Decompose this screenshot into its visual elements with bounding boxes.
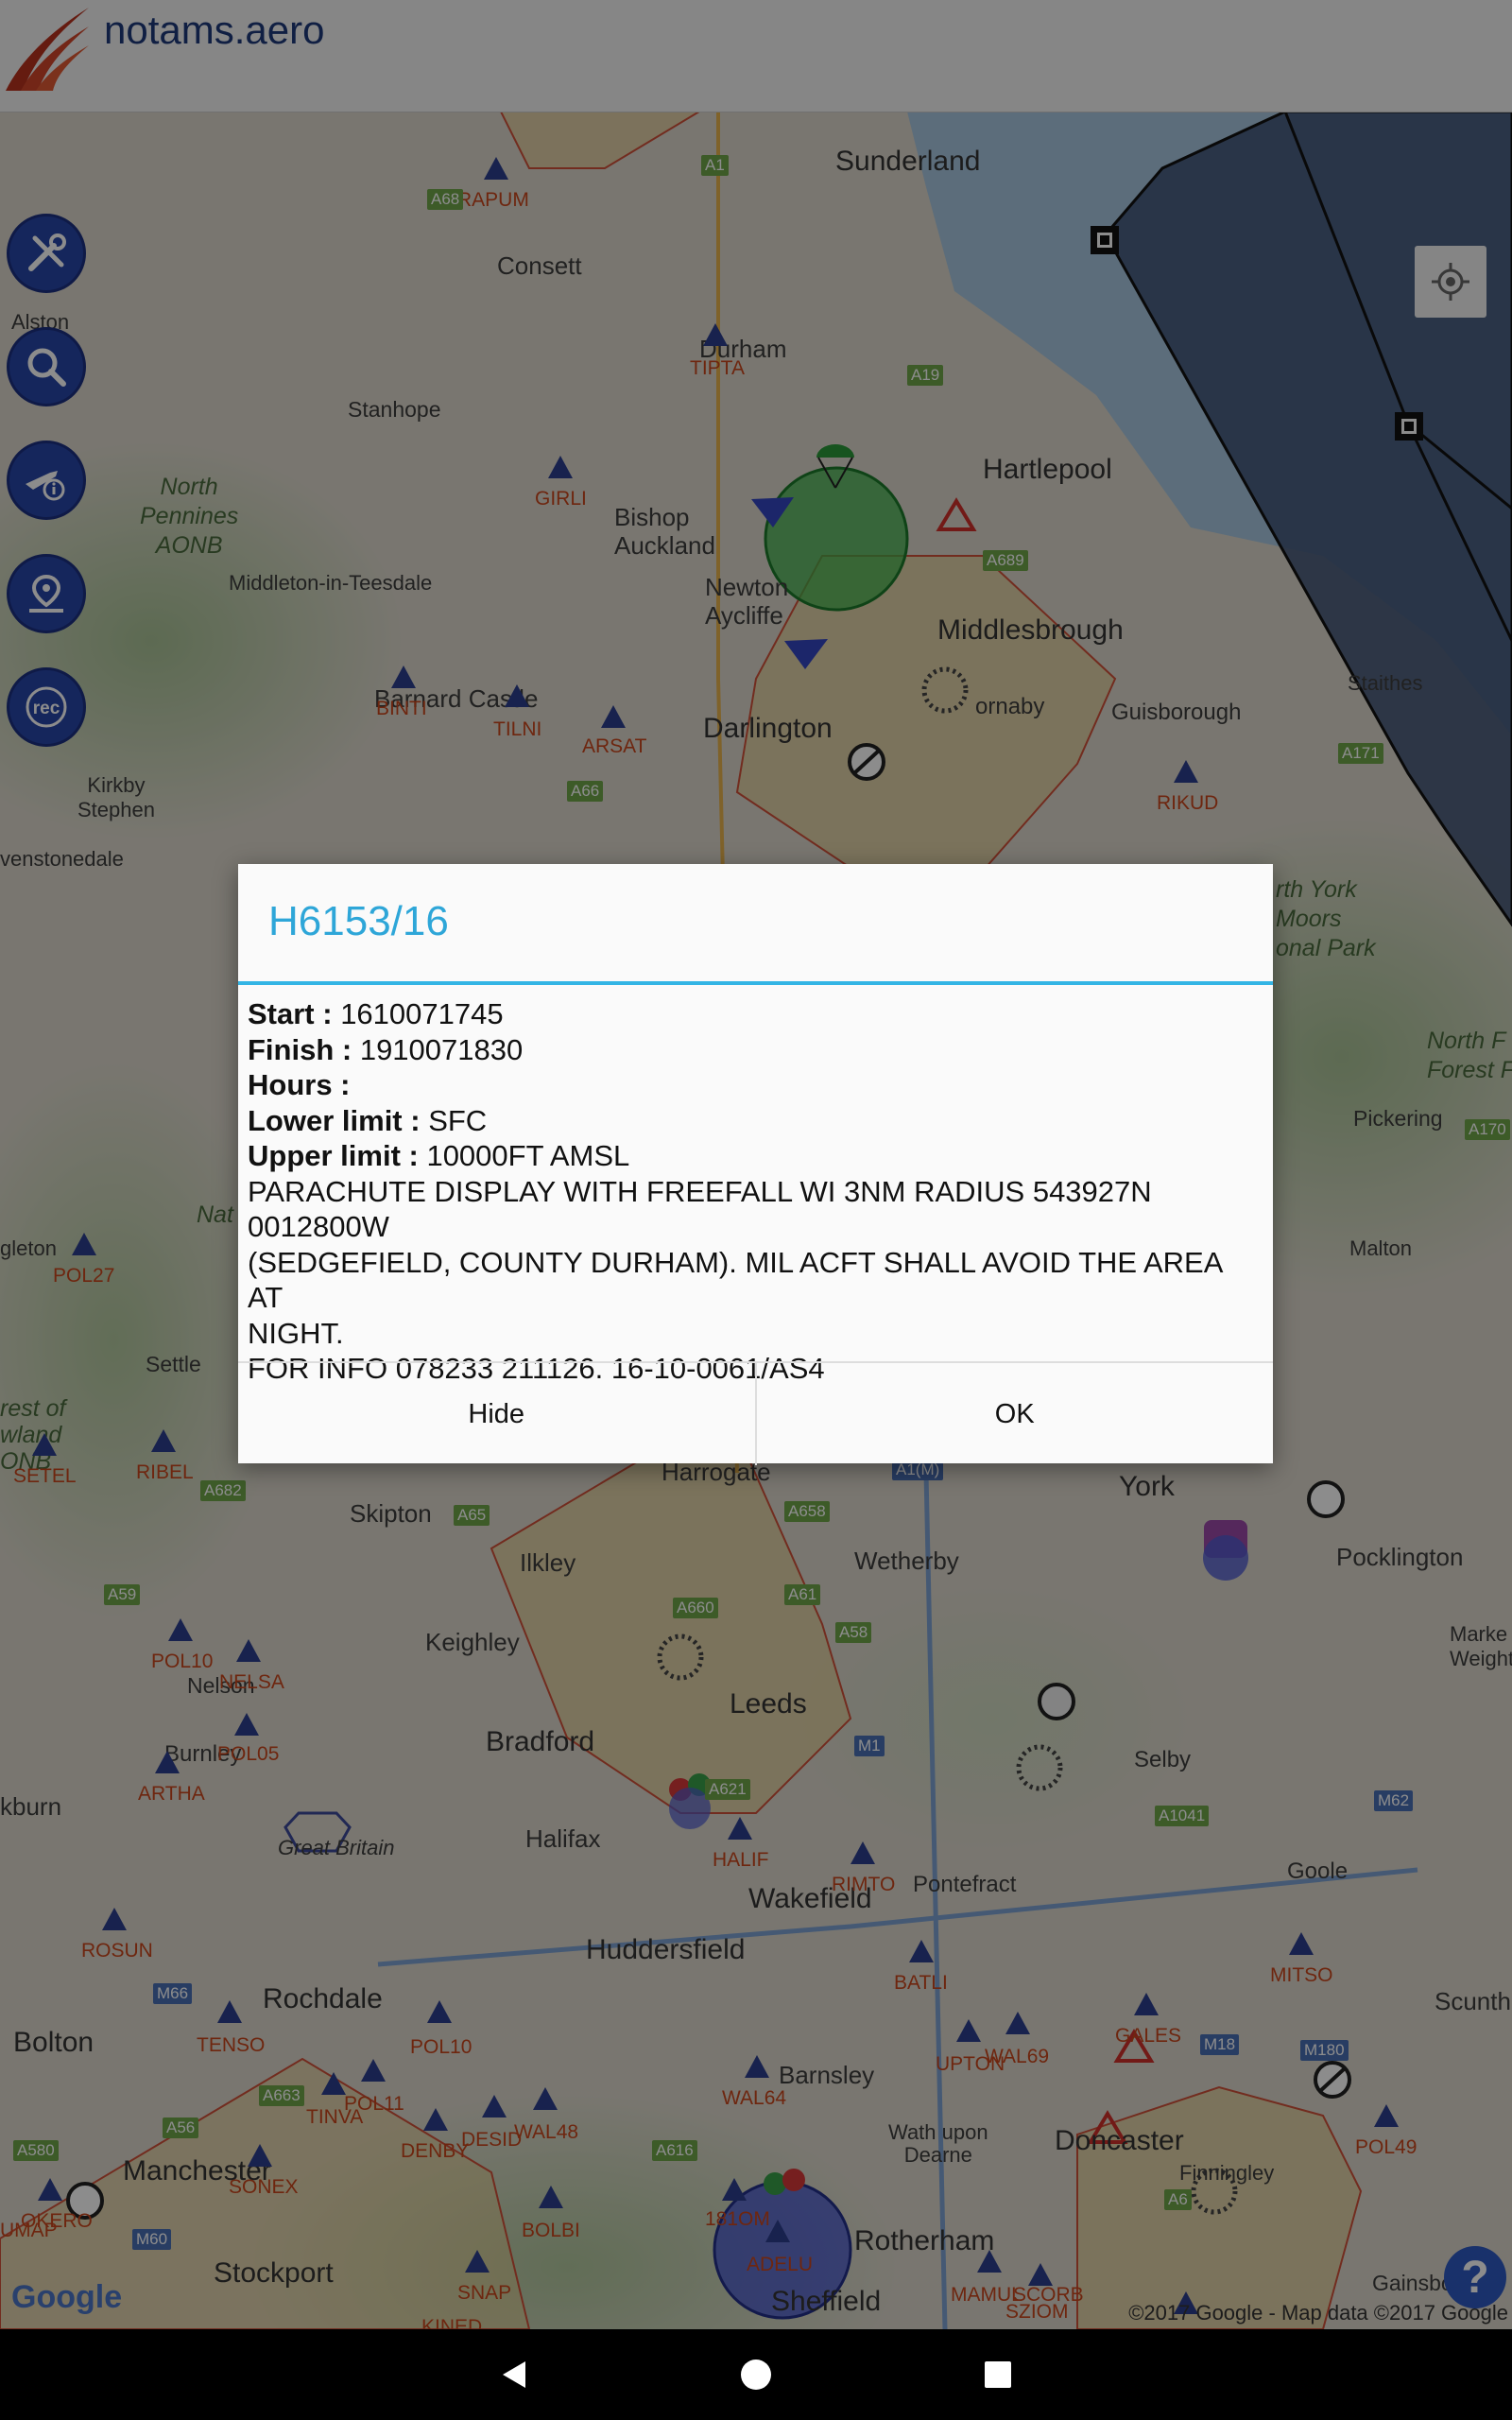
notam-text-line: (SEDGEFIELD, COUNTY DURHAM). MIL ACFT SH… [248, 1245, 1222, 1315]
finish-label: Finish : [248, 1032, 360, 1066]
dialog-actions: Hide OK [238, 1361, 1273, 1465]
ok-button[interactable]: OK [754, 1363, 1274, 1465]
lower-limit-row: Lower limit : SFC [248, 1103, 1258, 1139]
finish-value: 1910071830 [359, 1032, 524, 1066]
recents-button[interactable] [953, 2329, 1043, 2420]
start-label: Start : [248, 997, 341, 1030]
upper-limit-value: 10000FT AMSL [426, 1139, 630, 1172]
notam-text-line: 0012800W [248, 1210, 389, 1243]
lower-limit-label: Lower limit : [248, 1103, 429, 1137]
notam-details: Start : 1610071745 Finish : 1910071830 H… [248, 996, 1258, 1387]
home-icon [741, 2360, 771, 2390]
back-icon [503, 2361, 525, 2388]
notam-text-line: NIGHT. [248, 1316, 344, 1350]
system-nav-bar [0, 2329, 1512, 2420]
hide-button[interactable]: Hide [238, 1363, 755, 1465]
hours-label: Hours : [248, 1068, 351, 1101]
title-divider [238, 981, 1273, 985]
start-row: Start : 1610071745 [248, 996, 1258, 1032]
start-value: 1610071745 [340, 997, 504, 1030]
notam-dialog: H6153/16 Start : 1610071745 Finish : 191… [238, 864, 1273, 1465]
finish-row: Finish : 1910071830 [248, 1032, 1258, 1068]
recents-icon [985, 2361, 1011, 2388]
upper-limit-row: Upper limit : 10000FT AMSL [248, 1138, 1258, 1174]
home-button[interactable] [711, 2329, 801, 2420]
hours-row: Hours : [248, 1067, 1258, 1103]
back-button[interactable] [469, 2329, 559, 2420]
upper-limit-label: Upper limit : [248, 1139, 427, 1172]
lower-limit-value: SFC [428, 1103, 488, 1137]
notam-id-title: H6153/16 [268, 898, 449, 944]
notam-text-line: PARACHUTE DISPLAY WITH FREEFALL WI 3NM R… [248, 1174, 1152, 1208]
